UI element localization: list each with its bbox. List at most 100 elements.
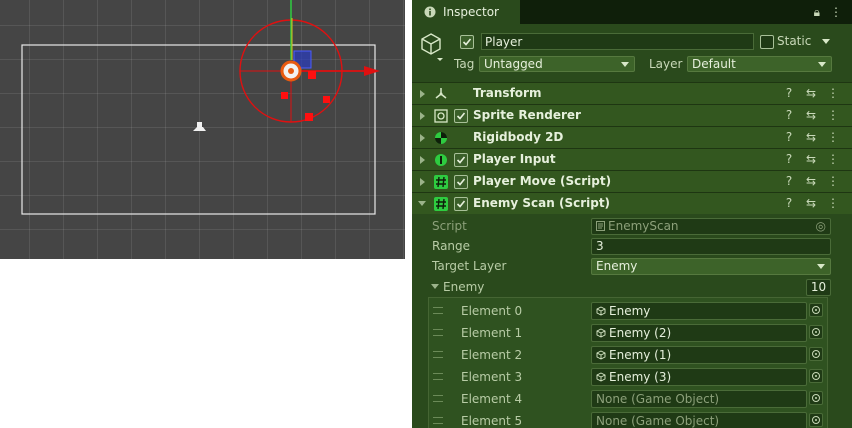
object-picker-button[interactable] [809,391,823,405]
drag-handle-icon[interactable] [433,329,443,336]
fold-arrow-icon[interactable] [420,178,425,186]
more-options-icon[interactable]: ⋮ [826,152,840,166]
tag-label: Tag [454,57,475,71]
component-player-move-script[interactable]: Player Move (Script) ? ⇆ ⋮ [412,170,852,192]
drag-handle-icon[interactable] [433,417,443,424]
layer-dropdown[interactable]: Default [687,56,832,72]
target-picker-icon [812,328,820,336]
element-object-field[interactable]: Enemy (1) [591,346,807,364]
drag-handle-icon[interactable] [433,307,443,314]
fold-arrow-icon[interactable] [420,134,425,142]
active-checkbox[interactable] [460,35,474,49]
component-title: Player Input [473,152,556,166]
fold-arrow-icon[interactable] [420,112,425,120]
element-object-field[interactable]: Enemy (2) [591,324,807,342]
list-item[interactable]: Element 2 Enemy (1) [429,344,827,366]
tab-bar: Inspector 🔒︎ ⋮ [412,0,852,24]
component-player-input[interactable]: Player Input ? ⇆ ⋮ [412,148,852,170]
preset-icon[interactable]: ⇆ [804,108,818,122]
preset-icon[interactable]: ⇆ [804,86,818,100]
component-title: Transform [473,86,542,100]
checkmark-icon [456,178,466,186]
enemy-marker[interactable] [281,92,288,99]
help-icon[interactable]: ? [782,196,796,210]
sprite-renderer-icon [434,109,448,123]
object-picker-button[interactable] [809,325,823,339]
element-object-field[interactable]: Enemy [591,302,807,320]
enemy-marker[interactable] [308,71,316,79]
list-item[interactable]: Element 5 None (Game Object) [429,410,827,428]
list-item[interactable]: Element 4 None (Game Object) [429,388,827,410]
enemy-array-header[interactable]: Enemy 10 [412,277,852,297]
gameobject-cube-icon[interactable] [420,32,446,62]
preset-icon[interactable]: ⇆ [804,174,818,188]
tab-label: Inspector [443,5,499,19]
element-object-field[interactable]: None (Game Object) [591,412,807,428]
fold-arrow-icon[interactable] [420,90,425,98]
gameobject-cube-icon [596,328,606,338]
object-picker-button[interactable] [809,413,823,427]
element-label: Element 4 [461,392,523,406]
scene-gizmos[interactable] [0,0,405,259]
list-item[interactable]: Element 0 Enemy [429,300,827,322]
tab-inspector[interactable]: Inspector [412,0,520,24]
gameobject-name-field[interactable]: Player [481,33,754,50]
component-title: Rigidbody 2D [473,130,564,144]
drag-handle-icon[interactable] [433,395,443,402]
component-enabled-checkbox[interactable] [454,197,468,211]
more-options-icon[interactable]: ⋮ [826,174,840,188]
checkmark-icon [456,156,466,164]
tag-value: Untagged [484,57,543,71]
element-object-field[interactable]: Enemy (3) [591,368,807,386]
x-axis-arrow[interactable] [364,66,380,76]
more-options-icon[interactable]: ⋮ [826,86,840,100]
component-enabled-checkbox[interactable] [454,109,468,123]
static-checkbox[interactable] [760,35,774,49]
enemy-array-size-input[interactable]: 10 [806,279,831,296]
tag-dropdown[interactable]: Untagged [479,56,635,72]
preset-icon[interactable]: ⇆ [804,152,818,166]
preset-icon[interactable]: ⇆ [804,196,818,210]
sprite-object-icon[interactable] [193,122,206,131]
enemy-marker[interactable] [323,96,330,103]
help-icon[interactable]: ? [782,86,796,100]
help-icon[interactable]: ? [782,130,796,144]
more-options-icon[interactable]: ⋮ [830,5,842,19]
enemy-array-list: Element 0 Enemy Element 1 Enemy (2) Elem… [428,297,828,428]
drag-handle-icon[interactable] [433,373,443,380]
scene-view[interactable] [0,0,405,259]
object-picker-button[interactable] [809,303,823,317]
element-value: Enemy [609,304,651,318]
preset-icon[interactable]: ⇆ [804,130,818,144]
target-layer-dropdown[interactable]: Enemy [591,258,831,275]
component-rigidbody-2d[interactable]: Rigidbody 2D ? ⇆ ⋮ [412,126,852,148]
list-item[interactable]: Element 1 Enemy (2) [429,322,827,344]
object-picker-button[interactable] [809,347,823,361]
object-picker-button[interactable] [809,369,823,383]
fold-arrow-icon[interactable] [418,201,426,206]
fold-arrow-icon[interactable] [420,156,425,164]
pivot-center [288,68,294,74]
target-layer-label: Target Layer [432,259,507,273]
help-icon[interactable]: ? [782,108,796,122]
more-options-icon[interactable]: ⋮ [826,130,840,144]
enemy-marker[interactable] [305,113,313,121]
lock-icon[interactable]: 🔒︎ [814,5,820,19]
checkmark-icon [456,200,466,208]
component-enabled-checkbox[interactable] [454,153,468,167]
more-options-icon[interactable]: ⋮ [826,196,840,210]
range-input[interactable]: 3 [591,238,831,255]
help-icon[interactable]: ? [782,174,796,188]
component-sprite-renderer[interactable]: Sprite Renderer ? ⇆ ⋮ [412,104,852,126]
help-icon[interactable]: ? [782,152,796,166]
component-enemy-scan-script[interactable]: Enemy Scan (Script) ? ⇆ ⋮ [412,192,852,214]
script-value: EnemyScan [608,219,679,233]
more-options-icon[interactable]: ⋮ [826,108,840,122]
component-enabled-checkbox[interactable] [454,175,468,189]
static-dropdown-arrow[interactable] [822,39,830,44]
drag-handle-icon[interactable] [433,351,443,358]
component-transform[interactable]: Transform ? ⇆ ⋮ [412,82,852,104]
fold-arrow-icon[interactable] [431,284,439,289]
list-item[interactable]: Element 3 Enemy (3) [429,366,827,388]
element-object-field[interactable]: None (Game Object) [591,390,807,408]
